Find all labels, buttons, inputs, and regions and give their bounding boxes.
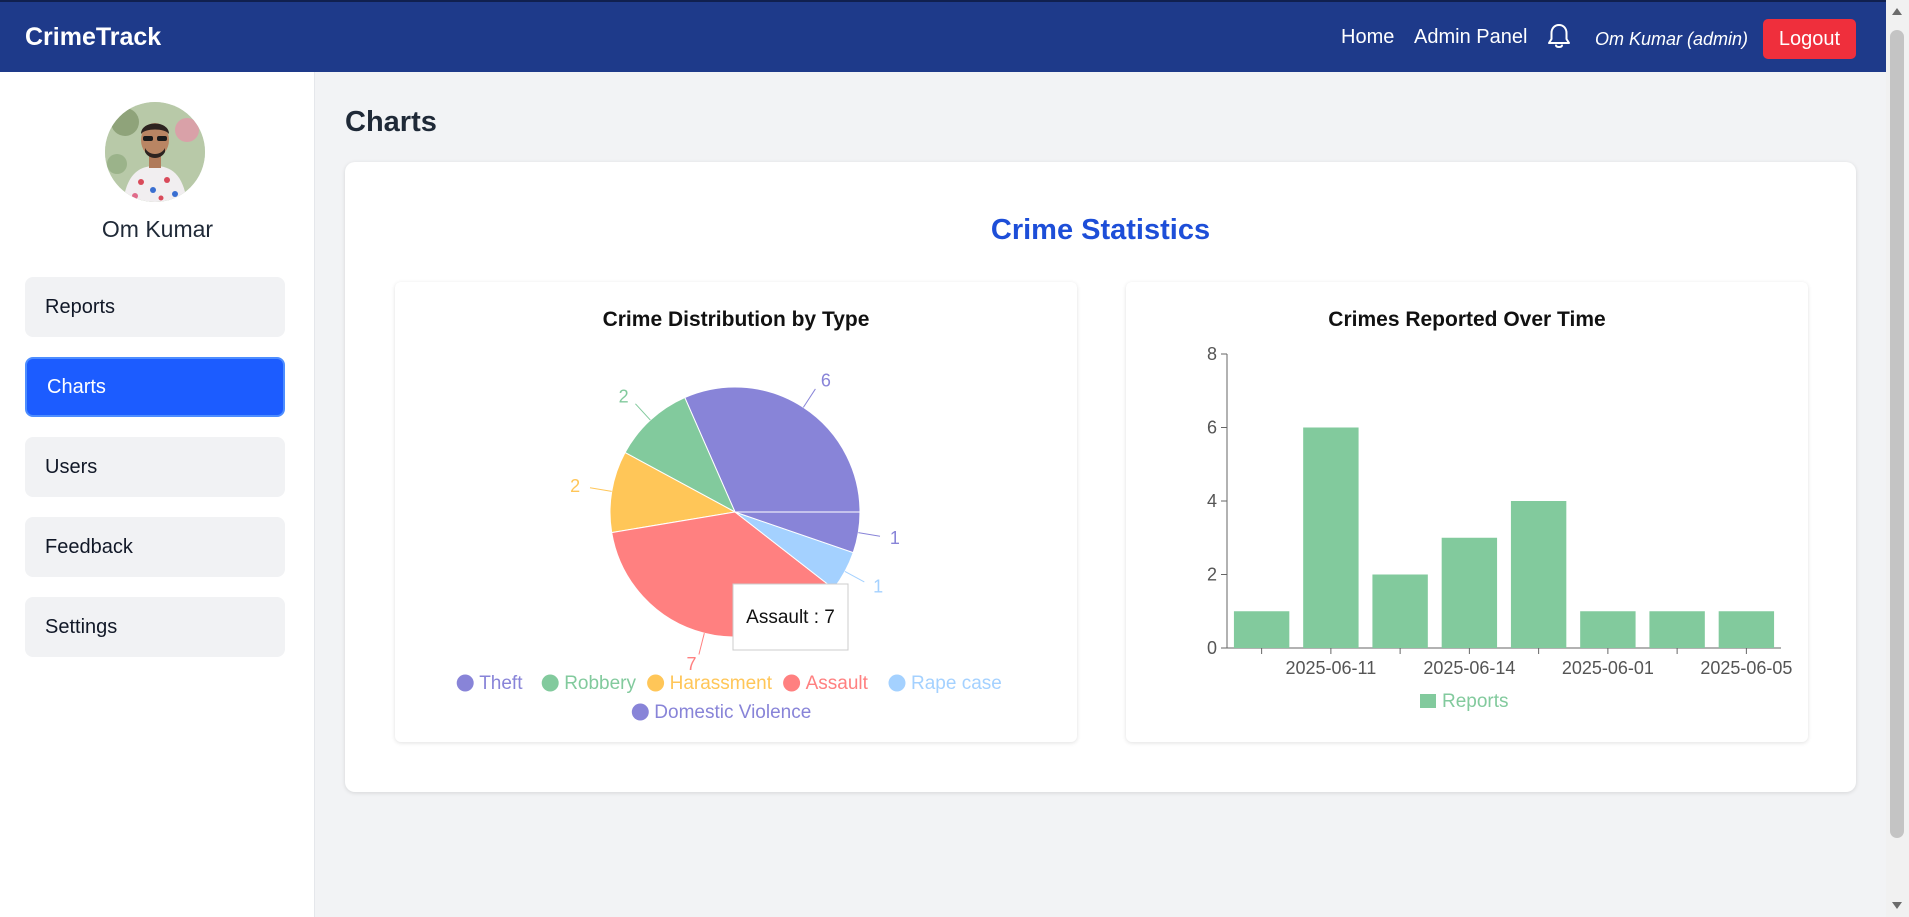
profile-name: Om Kumar [101,216,214,242]
sidebar-item-feedback[interactable]: Feedback [25,517,285,577]
bar-5 [1510,501,1567,648]
pie-value-label: 2 [619,386,629,406]
pie-label-line [844,571,865,583]
brand-logo[interactable]: CrimeTrack [25,23,161,52]
nav-link-admin-panel[interactable]: Admin Panel [1414,26,1527,49]
legend-label-assault: Assault [806,673,869,694]
charts-card: Crime Statistics Crime Distribution by T… [345,162,1856,792]
x-tick-label: 2025-06-14 [1423,658,1515,678]
pie-tooltip: Assault : 7 [732,583,849,651]
pie-value-label: 1 [873,577,883,597]
legend-label-rape-case: Rape case [911,673,1002,694]
bar-chart-card: Crimes Reported Over Time 0 2 4 6 8 2025-06-1… [1126,282,1808,742]
pie-label-line [698,633,705,655]
pie-label-line [858,532,881,537]
legend-swatch-harassment [647,674,665,692]
pie-chart-card: Crime Distribution by Type 6 2 2 7 1 1 Assault… [395,282,1077,742]
y-tick-label: 0 [1207,638,1217,658]
page-title: Charts [345,106,437,138]
pie-label-line [589,487,612,492]
x-tick-label: 2025-06-11 [1286,658,1377,678]
pie-value-label: 7 [686,654,696,674]
avatar [105,102,205,202]
legend-swatch-reports [1420,694,1436,708]
y-tick-label: 2 [1207,565,1217,585]
section-title: Crime Statistics [990,214,1211,246]
y-tick-label: 4 [1207,491,1217,511]
sidebar-item-settings[interactable]: Settings [25,597,285,657]
nav-link-home[interactable]: Home [1341,26,1394,49]
y-tick-label: 8 [1207,344,1217,364]
scroll-up-icon[interactable] [1892,8,1902,15]
bar-2 [1303,427,1359,648]
bar-6 [1580,611,1636,648]
legend-swatch-theft [456,674,474,692]
scroll-thumb[interactable] [1890,30,1904,838]
bar-7 [1649,611,1705,648]
legend-swatch-domestic-violence [631,703,649,721]
x-tick-label: 2025-06-05 [1700,658,1792,678]
legend-label-theft: Theft [479,673,523,694]
tooltip-text: Assault : 7 [746,607,835,628]
legend-label-robbery: Robbery [564,673,636,694]
sidebar: Om Kumar Reports Charts Users Feedback S… [0,72,315,917]
y-tick-label: 6 [1207,418,1217,438]
pie-value-label: 6 [821,371,831,391]
bar-8 [1718,611,1775,648]
bell-icon[interactable] [1546,22,1572,50]
pie-label-line [635,403,651,421]
sidebar-item-charts[interactable]: Charts [25,357,285,417]
pie-value-label: 2 [570,476,580,496]
current-user-label: Om Kumar (admin) [1595,29,1749,49]
scroll-down-icon[interactable] [1892,902,1902,909]
legend-label-harassment: Harassment [670,673,773,694]
legend-label-reports: Reports [1442,691,1509,712]
pie-value-label: 1 [890,528,900,548]
x-tick-label: 2025-06-01 [1562,658,1654,678]
logout-button[interactable]: Logout [1763,19,1856,59]
page-scrollbar[interactable] [1886,0,1909,917]
bar-1 [1233,611,1290,648]
pie-label-line [802,388,816,408]
legend-swatch-robbery [541,674,559,692]
bar-3 [1372,574,1428,648]
legend-label-domestic-violence: Domestic Violence [654,702,811,723]
bar-chart: 0 2 4 6 8 2025-06-11 2025-06-14 2025-06-01 2025-… [1207,344,1792,712]
sidebar-item-users[interactable]: Users [25,437,285,497]
legend-swatch-rape-case [888,674,906,692]
pie-chart: 6 2 2 7 1 1 Assault : 7 Theft Robbery Harassment A… [456,371,1002,723]
legend-swatch-assault [783,674,801,692]
bar-4 [1441,537,1498,648]
top-navbar: CrimeTrack Home Admin Panel Om Kumar (ad… [0,0,1886,72]
sidebar-item-reports[interactable]: Reports [25,277,285,337]
